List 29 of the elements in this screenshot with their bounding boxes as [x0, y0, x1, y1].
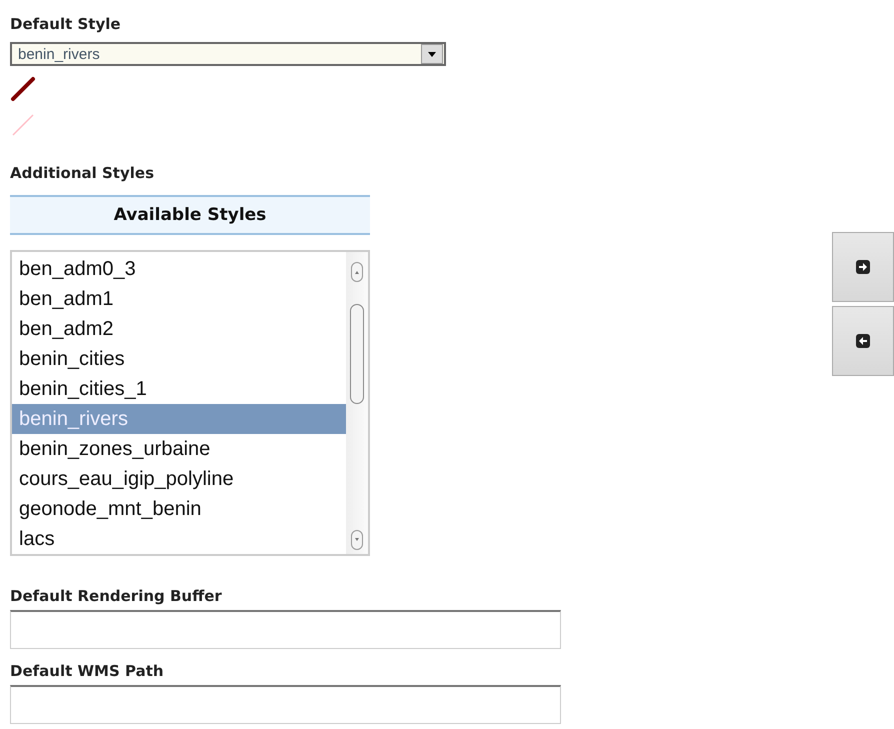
list-item[interactable]: ben_adm0_3 [12, 254, 346, 284]
list-header: Available Styles [10, 195, 370, 235]
line-stroke-icon [10, 112, 36, 138]
field-label: Default WMS Path [10, 661, 165, 681]
scroll-down-icon[interactable] [351, 530, 363, 550]
list-item[interactable]: benin_cities [12, 344, 346, 374]
caret-icon [421, 44, 443, 64]
scroll-thumb[interactable] [350, 304, 364, 404]
right-arrow-icon [856, 260, 870, 274]
field-label: Default Rendering Buffer [10, 586, 223, 606]
scrollbar[interactable] [346, 252, 368, 554]
field-label: Additional Styles [10, 163, 154, 183]
list-item[interactable]: benin_zones_urbaine [12, 434, 346, 464]
list-item[interactable]: lacs [12, 524, 346, 554]
styles-listbox[interactable]: ben_adm0_3 ben_adm1 ben_adm2 benin_cities benin_cities_1 benin_rivers benin_zones_urbaine cours_eau_igip_polyline geonode_mnt_benin lacs [10, 250, 370, 556]
scroll-up-icon[interactable] [351, 262, 363, 282]
line-stroke-icon [10, 76, 36, 102]
text-field[interactable] [10, 610, 561, 649]
add-button[interactable] [832, 232, 894, 302]
remove-button[interactable] [832, 306, 894, 376]
list-item[interactable]: cours_eau_igip_polyline [12, 464, 346, 494]
list-item[interactable]: benin_cities_1 [12, 374, 346, 404]
list-item[interactable]: ben_adm2 [12, 314, 346, 344]
list-item[interactable]: ben_adm1 [12, 284, 346, 314]
style-dropdown[interactable]: benin_rivers [10, 42, 446, 66]
list-item[interactable]: geonode_mnt_benin [12, 494, 346, 524]
text-field[interactable] [10, 685, 561, 724]
field-label: Default Style [10, 14, 121, 34]
left-arrow-icon [856, 334, 870, 348]
